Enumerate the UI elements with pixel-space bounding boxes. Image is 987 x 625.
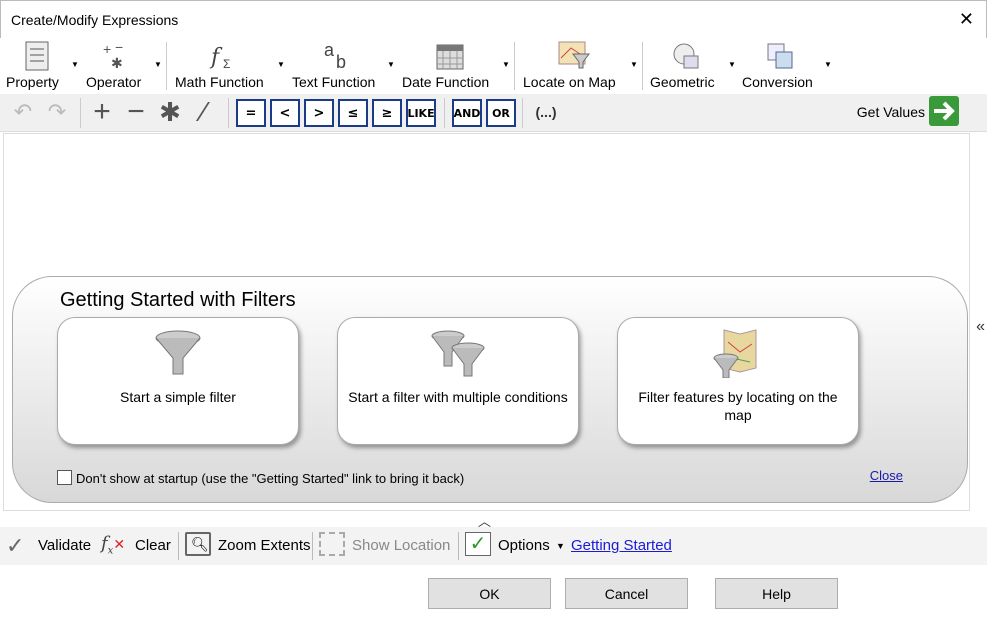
funnels-icon <box>431 330 485 377</box>
or-button[interactable]: OR <box>486 99 516 127</box>
chevron-down-icon[interactable]: ▼ <box>277 60 285 69</box>
zoom-extents-button[interactable]: Zoom Extents <box>218 537 311 554</box>
chevron-down-icon[interactable]: ▼ <box>556 541 565 551</box>
equals-button[interactable]: = <box>236 99 266 127</box>
svg-text:Σ: Σ <box>223 57 230 71</box>
undo-icon[interactable]: ↶ <box>8 98 38 126</box>
svg-text:+: + <box>103 41 111 57</box>
geometric-icon <box>673 43 699 69</box>
svg-text:✱: ✱ <box>111 55 123 71</box>
bottom-toolbar: ✓ Validate fx✕ Clear 🔍︎ Zoom Extents Sho… <box>0 527 987 565</box>
chevron-down-icon[interactable]: ▼ <box>387 60 395 69</box>
date-function-button[interactable]: Date Function <box>402 38 498 94</box>
geometric-button[interactable]: Geometric <box>650 38 724 94</box>
divider <box>228 98 229 128</box>
divider <box>514 42 515 90</box>
redo-icon[interactable]: ↷ <box>42 98 72 126</box>
title-bar: Create/Modify Expressions ✕ <box>0 0 987 38</box>
divider <box>178 532 179 560</box>
less-equal-button[interactable]: ≤ <box>338 99 368 127</box>
and-button[interactable]: AND <box>452 99 482 127</box>
show-location-icon <box>319 532 345 556</box>
divide-icon[interactable]: ⁄ <box>188 96 220 127</box>
divider <box>312 532 313 560</box>
collapse-side-icon[interactable]: « <box>976 318 985 336</box>
like-button[interactable]: LIKE <box>406 99 436 127</box>
getting-started-link[interactable]: Getting Started <box>571 537 672 554</box>
svg-text:f: f <box>209 45 223 70</box>
operator-toolbar: ↶ ↷ + − ✱ ⁄ = < > ≤ ≥ LIKE AND OR (...) … <box>0 94 987 132</box>
less-than-button[interactable]: < <box>270 99 300 127</box>
chevron-down-icon[interactable]: ▼ <box>71 60 79 69</box>
svg-text:−: − <box>115 40 123 55</box>
greater-than-button[interactable]: > <box>304 99 334 127</box>
conversion-icon <box>767 43 793 69</box>
minus-icon[interactable]: − <box>120 95 152 128</box>
svg-text:b: b <box>336 52 346 72</box>
chevron-down-icon[interactable]: ▼ <box>824 60 832 69</box>
chevron-down-icon[interactable]: ▼ <box>728 60 736 69</box>
divider <box>458 532 459 560</box>
property-icon <box>25 41 49 71</box>
conversion-button[interactable]: Conversion <box>742 38 820 94</box>
operator-icon: + −✱ <box>103 40 123 71</box>
multiply-icon[interactable]: ✱ <box>154 97 186 127</box>
divider <box>80 98 81 128</box>
options-checkbox-icon: ✓ <box>465 532 491 556</box>
chevron-down-icon[interactable]: ▼ <box>502 60 510 69</box>
svg-text:a: a <box>324 40 335 60</box>
options-button[interactable]: Options <box>498 537 550 554</box>
property-button[interactable]: Property <box>6 38 68 94</box>
clear-icon: fx✕ <box>101 533 126 557</box>
help-button[interactable]: Help <box>715 578 838 609</box>
window-title: Create/Modify Expressions <box>11 12 179 28</box>
close-link[interactable]: Close <box>870 468 903 483</box>
funnel-icon <box>155 330 201 375</box>
math-function-icon: fΣ <box>209 45 230 71</box>
chevron-down-icon[interactable]: ▼ <box>154 60 162 69</box>
getting-started-panel: Getting Started with Filters Start a sim… <box>12 276 968 503</box>
cancel-button[interactable]: Cancel <box>565 578 688 609</box>
chevron-down-icon[interactable]: ▼ <box>630 60 638 69</box>
divider <box>642 42 643 90</box>
divider <box>522 98 523 128</box>
ribbon: Property ▼ + − ✱ Operator ▼ fΣ Math Functi… <box>0 38 987 94</box>
validate-button[interactable]: Validate <box>38 537 91 554</box>
map-funnel-icon <box>713 329 757 378</box>
calendar-icon <box>436 44 464 70</box>
close-window-icon[interactable]: ✕ <box>959 9 974 30</box>
get-values-label[interactable]: Get Values <box>857 104 925 120</box>
plus-icon[interactable]: + <box>86 95 118 128</box>
greater-equal-button[interactable]: ≥ <box>372 99 402 127</box>
parentheses-button[interactable]: (...) <box>528 98 564 126</box>
get-values-icon[interactable] <box>929 96 959 126</box>
divider <box>166 42 167 90</box>
map-filter-icon <box>558 41 590 69</box>
dont-show-label: Don't show at startup (use the "Getting … <box>76 471 465 486</box>
dont-show-checkbox[interactable] <box>57 470 72 485</box>
locate-on-map-card[interactable]: Filter features by locating on the map <box>617 317 859 445</box>
divider <box>444 98 445 128</box>
show-location-button[interactable]: Show Location <box>352 537 450 554</box>
multiple-conditions-card[interactable]: Start a filter with multiple conditions <box>337 317 579 445</box>
clear-button[interactable]: Clear <box>135 537 171 554</box>
simple-filter-card[interactable]: Start a simple filter <box>57 317 299 445</box>
text-function-button[interactable]: ab Text Function <box>292 38 382 94</box>
getting-started-title: Getting Started with Filters <box>60 289 296 311</box>
locate-on-map-button[interactable]: Locate on Map <box>523 38 625 94</box>
ok-button[interactable]: OK <box>428 578 551 609</box>
operator-button[interactable]: + − ✱ Operator <box>86 38 150 94</box>
checkmark-icon: ✓ <box>6 533 25 558</box>
math-function-button[interactable]: fΣ Math Function <box>175 38 273 94</box>
text-function-icon: ab <box>324 40 346 72</box>
zoom-extents-icon: 🔍︎ <box>185 532 211 556</box>
